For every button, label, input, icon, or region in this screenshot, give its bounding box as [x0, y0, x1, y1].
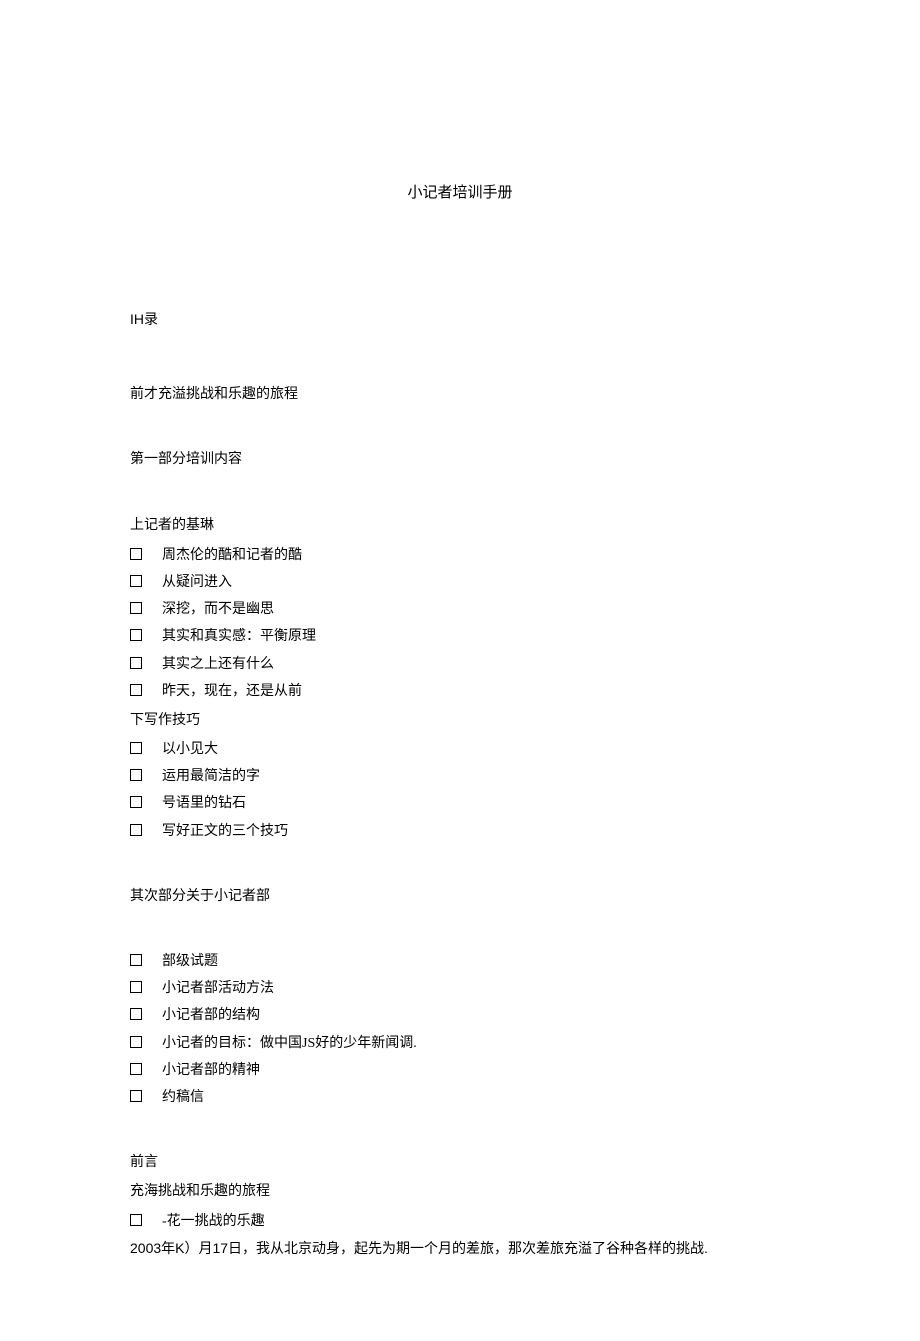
item-text: 写好正文的三个技巧 — [162, 819, 790, 844]
item-text: 以小见大 — [162, 737, 790, 762]
list-item: 周杰伦的酷和记者的酷 — [130, 543, 790, 568]
preface-line: 前才充溢挑战和乐趣的旅程 — [130, 382, 790, 407]
item-text: 昨天，现在，还是从前 — [162, 679, 790, 704]
checkbox-icon — [130, 602, 142, 614]
list-item: 小记者部活动方法 — [130, 976, 790, 1001]
checkbox-icon — [130, 657, 142, 669]
foreword-body: 2003年K）月17日，我从北京动身，起先为期一个月的差旅，那次差旅充溢了谷种各… — [130, 1236, 790, 1261]
document-title: 小记者培训手册 — [130, 180, 790, 207]
item-text: 小记者部的结构 — [162, 1003, 790, 1028]
foreword-heading: 前言 — [130, 1150, 790, 1175]
list-item: 小记者部的精神 — [130, 1058, 790, 1083]
list-item: 深挖，而不是幽思 — [130, 597, 790, 622]
checkbox-icon — [130, 1008, 142, 1020]
item-text: 其实和真实感：平衡原理 — [162, 624, 790, 649]
list-item: -花一挑战的乐趣 — [130, 1209, 790, 1234]
checkbox-icon — [130, 742, 142, 754]
list-item: 约稿信 — [130, 1085, 790, 1110]
item-text: 号语里的钻石 — [162, 791, 790, 816]
item-text: 小记者的目标：做中国JS好的少年新闻调. — [162, 1031, 790, 1056]
list-item: 运用最简洁的字 — [130, 764, 790, 789]
section-b-heading: 下写作技巧 — [130, 708, 790, 733]
checkbox-icon — [130, 769, 142, 781]
section-a-heading: 上记者的基琳 — [130, 513, 790, 538]
checkbox-icon — [130, 1214, 142, 1226]
checkbox-icon — [130, 548, 142, 560]
checkbox-icon — [130, 1090, 142, 1102]
part1-heading: 第一部分培训内容 — [130, 447, 790, 472]
item-text: 深挖，而不是幽思 — [162, 597, 790, 622]
item-text: 周杰伦的酷和记者的酷 — [162, 543, 790, 568]
list-item: 小记者部的结构 — [130, 1003, 790, 1028]
list-item: 其实和真实感：平衡原理 — [130, 624, 790, 649]
item-text: 其实之上还有什么 — [162, 652, 790, 677]
item-text: 小记者部的精神 — [162, 1058, 790, 1083]
item-text: 部级试题 — [162, 949, 790, 974]
list-item: 从疑问进入 — [130, 570, 790, 595]
part2-heading: 其次部分关于小记者部 — [130, 884, 790, 909]
checkbox-icon — [130, 1036, 142, 1048]
checkbox-icon — [130, 796, 142, 808]
checkbox-icon — [130, 981, 142, 993]
item-text: 从疑问进入 — [162, 570, 790, 595]
list-item: 以小见大 — [130, 737, 790, 762]
checkbox-icon — [130, 824, 142, 836]
checkbox-icon — [130, 1063, 142, 1075]
checkbox-icon — [130, 629, 142, 641]
checkbox-icon — [130, 684, 142, 696]
list-item: 小记者的目标：做中国JS好的少年新闻调. — [130, 1031, 790, 1056]
checkbox-icon — [130, 954, 142, 966]
toc-label: IH录 — [130, 307, 790, 332]
list-item: 号语里的钻石 — [130, 791, 790, 816]
item-text: -花一挑战的乐趣 — [162, 1209, 790, 1234]
list-item: 其实之上还有什么 — [130, 652, 790, 677]
list-item: 写好正文的三个技巧 — [130, 819, 790, 844]
list-item: 昨天，现在，还是从前 — [130, 679, 790, 704]
item-text: 小记者部活动方法 — [162, 976, 790, 1001]
list-item: 部级试题 — [130, 949, 790, 974]
foreword-sub: 充海挑战和乐趣的旅程 — [130, 1179, 790, 1204]
checkbox-icon — [130, 575, 142, 587]
item-text: 运用最简洁的字 — [162, 764, 790, 789]
item-text: 约稿信 — [162, 1085, 790, 1110]
